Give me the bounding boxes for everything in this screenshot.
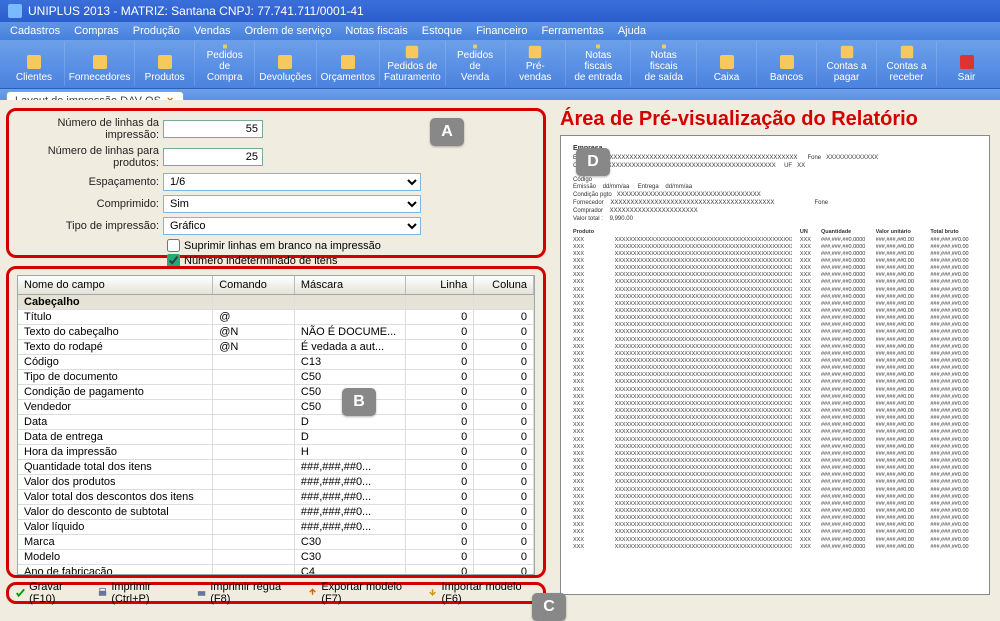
toolbar-devoluções[interactable]: Devoluções	[254, 42, 315, 86]
table-row[interactable]: VendedorC5000	[18, 400, 534, 415]
col-coluna[interactable]: Coluna	[474, 276, 534, 294]
toolbar-sair[interactable]: Sair	[936, 42, 996, 86]
toolbar-caixa[interactable]: Caixa	[696, 42, 756, 86]
col-linha[interactable]: Linha	[406, 276, 474, 294]
label-linhas-impressao: Número de linhas da impressão:	[17, 117, 163, 141]
table-row[interactable]: Valor dos produtos###,###,##0...00	[18, 475, 534, 490]
input-linhas-impressao[interactable]	[163, 120, 263, 138]
toolbar-notas-fiscais[interactable]: Notas fiscais de saída	[630, 42, 696, 86]
main-toolbar: ClientesFornecedoresProdutosPedidos de C…	[0, 40, 1000, 89]
table-row[interactable]: Tipo de documentoC5000	[18, 370, 534, 385]
label-espacamento: Espaçamento:	[17, 176, 163, 188]
table-row[interactable]: Data de entregaD00	[18, 430, 534, 445]
grid-header: Nome do campo Comando Máscara Linha Colu…	[17, 275, 535, 295]
fields-grid-panel: Nome do campo Comando Máscara Linha Colu…	[6, 266, 546, 578]
col-nome[interactable]: Nome do campo	[18, 276, 213, 294]
callout-c: C	[532, 593, 566, 621]
select-tipo-impressao[interactable]: Gráfico	[163, 217, 421, 235]
input-linhas-produtos[interactable]	[163, 148, 263, 166]
table-row[interactable]: Hora da impressãoH00	[18, 445, 534, 460]
app-icon	[8, 4, 22, 18]
toolbar-clientes[interactable]: Clientes	[4, 42, 64, 86]
menu-estoque[interactable]: Estoque	[422, 25, 462, 37]
table-row[interactable]: ModeloC3000	[18, 550, 534, 565]
toolbar-contas-a[interactable]: Contas a receber	[876, 42, 936, 86]
toolbar-produtos[interactable]: Produtos	[134, 42, 194, 86]
action-footer: Gravar (F10) Imprimir (Ctrl+P) Imprimir …	[6, 582, 546, 604]
table-row[interactable]: Texto do cabeçalho@NNÃO É DOCUME...00	[18, 325, 534, 340]
toolbar-contas-a[interactable]: Contas a pagar	[816, 42, 876, 86]
table-row[interactable]: Condição de pagamentoC5000	[18, 385, 534, 400]
table-row[interactable]: Valor do desconto de subtotal###,###,##0…	[18, 505, 534, 520]
label-comprimido: Comprimido:	[17, 198, 163, 210]
toolbar-pedidos-de[interactable]: Pedidos de Compra	[194, 42, 254, 86]
window-title: UNIPLUS 2013 - MATRIZ: Santana CNPJ: 77.…	[28, 4, 364, 18]
toolbar-pedidos-de[interactable]: Pedidos de Venda	[445, 42, 505, 86]
toolbar-fornecedores[interactable]: Fornecedores	[64, 42, 134, 86]
select-comprimido[interactable]: Sim	[163, 195, 421, 213]
table-row[interactable]: DataD00	[18, 415, 534, 430]
preview-title: Área de Pré-visualização do Relatório	[560, 108, 990, 131]
config-panel: Número de linhas da impressão: Número de…	[6, 108, 546, 258]
col-mascara[interactable]: Máscara	[295, 276, 407, 294]
table-row[interactable]: Valor total dos descontos dos itens###,#…	[18, 490, 534, 505]
table-row[interactable]: CódigoC1300	[18, 355, 534, 370]
toolbar-pedidos-de[interactable]: Pedidos de Faturamento	[379, 42, 445, 86]
table-row[interactable]: Valor líquido###,###,##0...00	[18, 520, 534, 535]
table-row[interactable]: MarcaC3000	[18, 535, 534, 550]
menu-financeiro[interactable]: Financeiro	[476, 25, 527, 37]
imprimir-button[interactable]: Imprimir (Ctrl+P)	[97, 581, 186, 605]
menu-produção[interactable]: Produção	[133, 25, 180, 37]
menu-bar: Cadastros Compras Produção Vendas Ordem de s…	[0, 22, 1000, 40]
toolbar-pré-vendas[interactable]: Pré-vendas	[505, 42, 565, 86]
menu-compras[interactable]: Compras	[74, 25, 119, 37]
report-paper: EmpresaEndereço XXXXXXXXXXXXXXXXXXXXXXXX…	[560, 135, 990, 595]
select-espacamento[interactable]: 1/6	[163, 173, 421, 191]
callout-a: A	[430, 118, 464, 146]
menu-notas-fiscais[interactable]: Notas fiscais	[345, 25, 407, 37]
callout-d: D	[576, 148, 610, 176]
menu-ferramentas[interactable]: Ferramentas	[541, 25, 603, 37]
gravar-button[interactable]: Gravar (F10)	[15, 581, 87, 605]
col-comando[interactable]: Comando	[213, 276, 295, 294]
menu-cadastros[interactable]: Cadastros	[10, 25, 60, 37]
label-linhas-produtos: Número de linhas para produtos:	[17, 145, 163, 169]
toolbar-bancos[interactable]: Bancos	[756, 42, 816, 86]
callout-b: B	[342, 388, 376, 416]
imprimir-regua-button[interactable]: Imprimir régua (F8)	[196, 581, 297, 605]
table-row[interactable]: Texto do rodapé@NÉ vedada a aut...00	[18, 340, 534, 355]
table-row[interactable]: Título@00	[18, 310, 534, 325]
label-tipo: Tipo de impressão:	[17, 220, 163, 232]
menu-vendas[interactable]: Vendas	[194, 25, 231, 37]
table-row[interactable]: Quantidade total dos itens###,###,##0...…	[18, 460, 534, 475]
importar-button[interactable]: Importar modelo (F6)	[427, 581, 537, 605]
check-suprimir[interactable]: Suprimir linhas em branco na impressão	[167, 239, 535, 252]
title-bar: UNIPLUS 2013 - MATRIZ: Santana CNPJ: 77.…	[0, 0, 1000, 22]
exportar-button[interactable]: Exportar modelo (F7)	[307, 581, 417, 605]
menu-ajuda[interactable]: Ajuda	[618, 25, 646, 37]
table-row[interactable]: Ano de fabricaçãoC400	[18, 565, 534, 575]
checkbox-suprimir[interactable]	[167, 239, 180, 252]
grid-section-row: Cabeçalho	[18, 295, 534, 310]
toolbar-orçamentos[interactable]: Orçamentos	[316, 42, 379, 86]
grid-body[interactable]: CabeçalhoTítulo@00Texto do cabeçalho@NNÃ…	[17, 295, 535, 575]
toolbar-notas-fiscais[interactable]: Notas fiscais de entrada	[565, 42, 631, 86]
menu-ordem-de-serviço[interactable]: Ordem de serviço	[245, 25, 332, 37]
preview-area: Área de Pré-visualização do Relatório Em…	[560, 108, 990, 595]
